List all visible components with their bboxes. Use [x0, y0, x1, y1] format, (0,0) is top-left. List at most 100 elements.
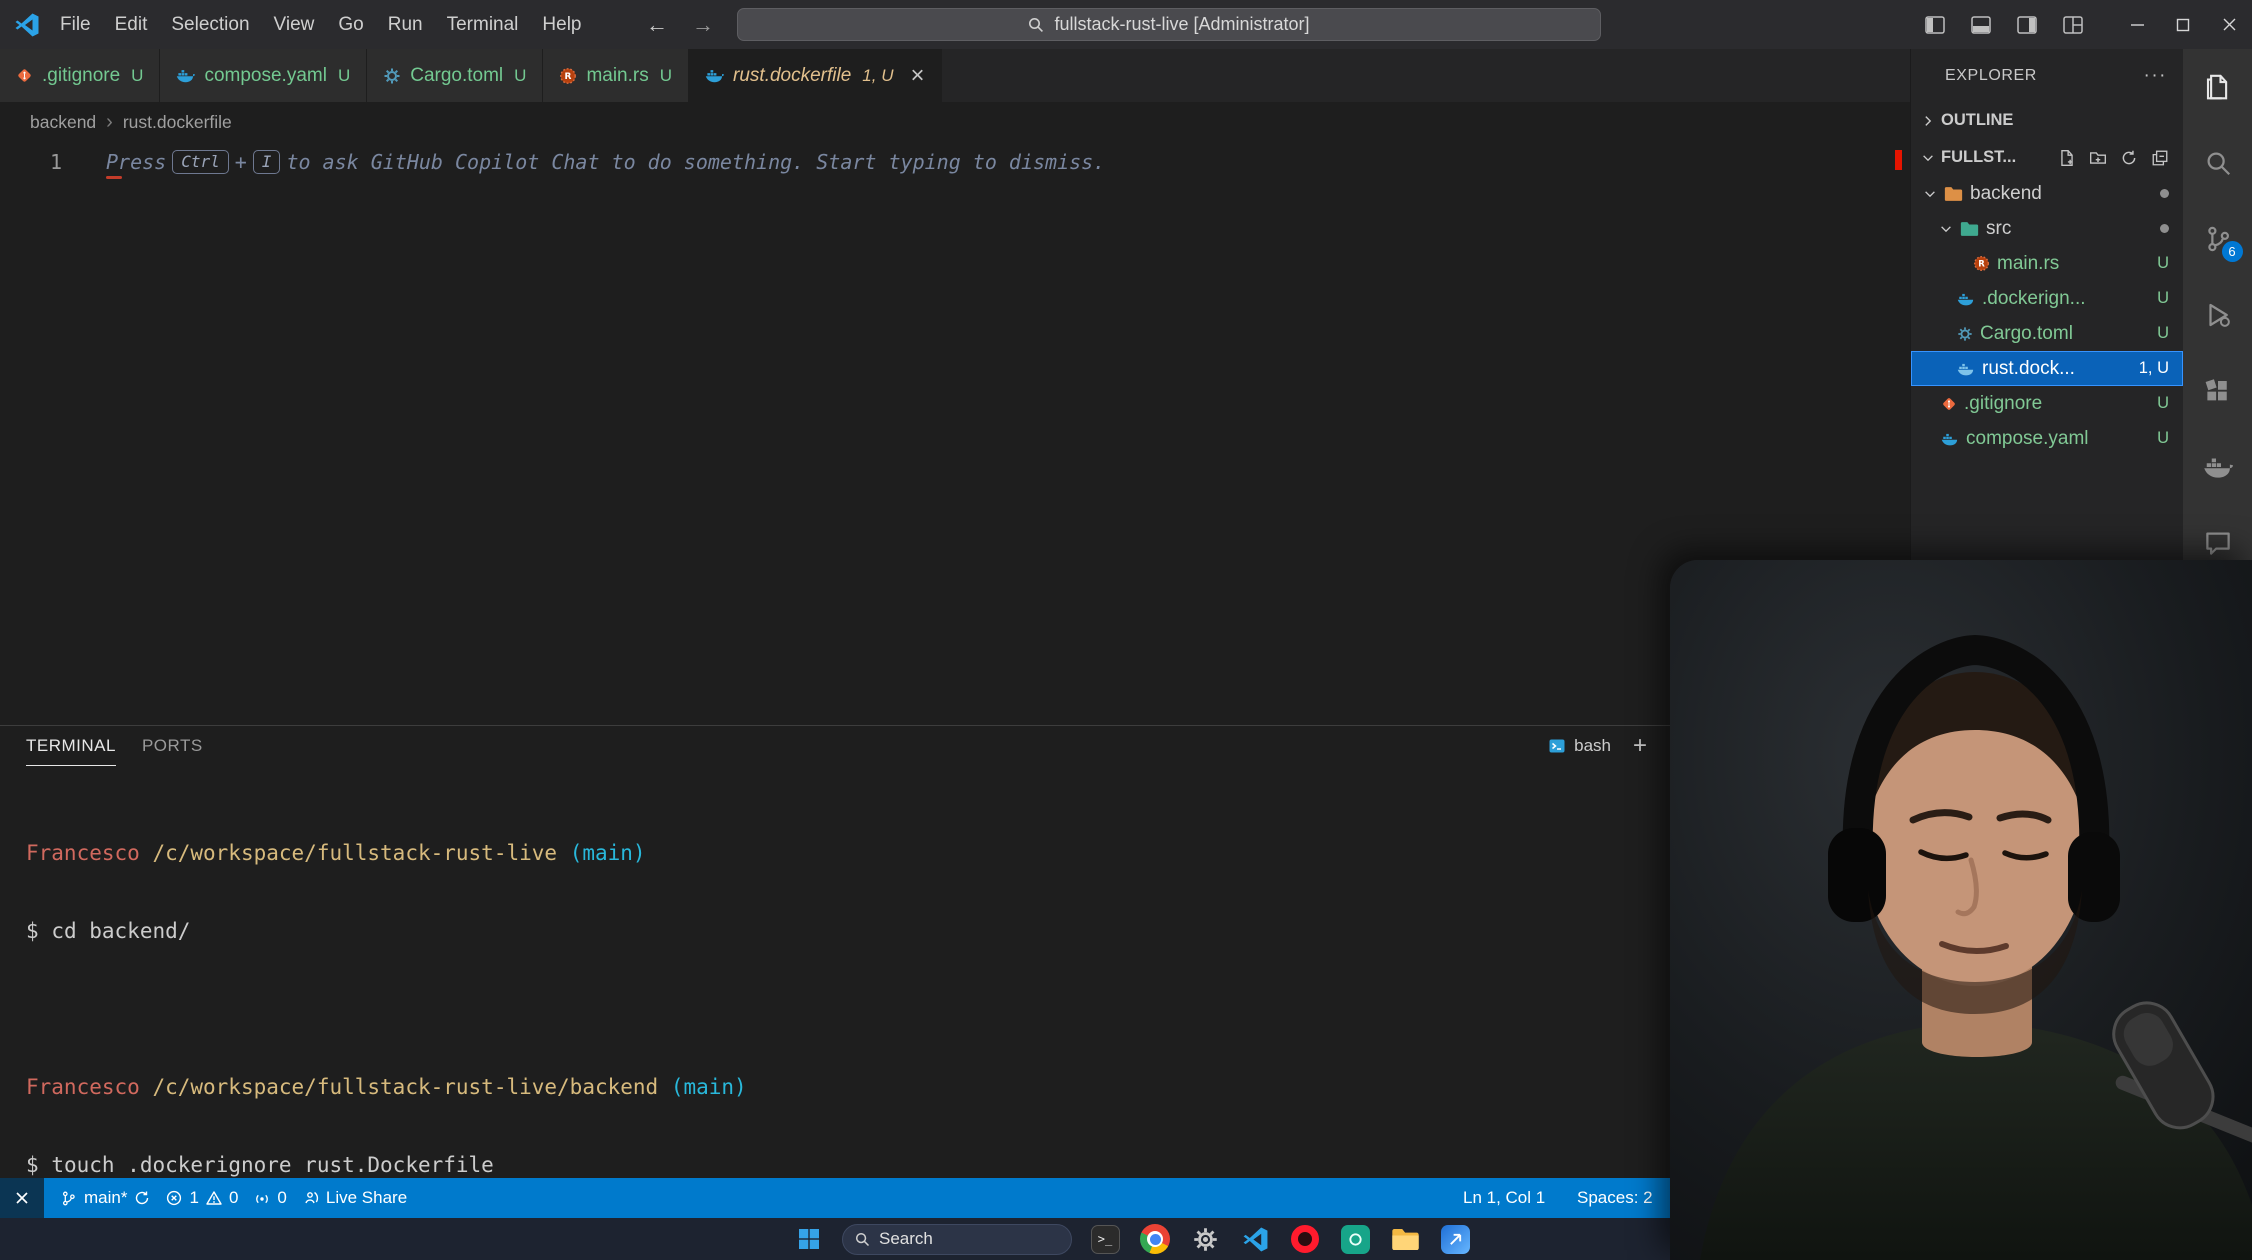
shell-label: bash	[1574, 736, 1611, 756]
breadcrumb-folder[interactable]: backend	[30, 112, 96, 133]
toggle-sidebar-icon[interactable]	[1924, 14, 1946, 36]
tab-cargo-toml[interactable]: Cargo.toml U	[367, 49, 543, 102]
git-icon	[1941, 396, 1957, 412]
ctrl-keycap: Ctrl	[172, 150, 229, 174]
breadcrumb: backend › rust.dockerfile	[0, 102, 1910, 142]
problems-status[interactable]: 1 0	[166, 1188, 238, 1208]
new-terminal-icon[interactable]: +	[1633, 732, 1647, 760]
green-app-icon[interactable]	[1338, 1222, 1372, 1256]
tab-ports[interactable]: PORTS	[142, 726, 203, 766]
close-window-button[interactable]	[2206, 0, 2252, 49]
more-actions-icon[interactable]: ···	[2144, 65, 2167, 87]
svg-text:R: R	[565, 72, 572, 82]
rust-icon: R	[559, 67, 577, 85]
docker-icon	[176, 67, 195, 84]
command-center-search[interactable]: fullstack-rust-live [Administrator]	[737, 8, 1601, 41]
gear-icon	[1957, 326, 1973, 342]
extensions-icon[interactable]	[2200, 373, 2236, 409]
docker-icon[interactable]	[2200, 449, 2236, 485]
window-controls	[1924, 0, 2252, 49]
workspace-section-header[interactable]: FULLST...	[1911, 139, 2183, 176]
tree-item-main-rs[interactable]: R main.rs U	[1911, 246, 2183, 281]
problem-git-badge: 1, U	[2139, 359, 2169, 378]
back-arrow-icon[interactable]: ←	[636, 0, 678, 49]
taskbar-search[interactable]: Search	[842, 1224, 1072, 1255]
tree-item-rust-dockerfile[interactable]: rust.dock... 1, U	[1911, 351, 2183, 386]
new-file-icon[interactable]	[2058, 149, 2076, 167]
sync-icon	[134, 1190, 150, 1206]
tab-rust-dockerfile[interactable]: rust.dockerfile 1, U ×	[689, 49, 941, 102]
terminal-app-icon[interactable]: >_	[1088, 1222, 1122, 1256]
search-icon	[855, 1232, 870, 1247]
collapse-all-icon[interactable]	[2151, 149, 2169, 167]
live-share-status[interactable]: Live Share	[303, 1188, 407, 1208]
branch-status[interactable]: main*	[60, 1188, 150, 1208]
search-icon[interactable]	[2200, 145, 2236, 181]
tab-git-badge: U	[660, 66, 672, 86]
git-badge: U	[2157, 324, 2169, 343]
close-icon[interactable]: ×	[910, 66, 924, 86]
blue-app-icon[interactable]	[1438, 1222, 1472, 1256]
outline-section-header[interactable]: OUTLINE	[1911, 102, 2183, 139]
tab-terminal[interactable]: TERMINAL	[26, 726, 116, 766]
source-control-icon[interactable]: 6	[2200, 221, 2236, 257]
terminal-panel[interactable]: TERMINAL PORTS bash + ··· Francesco /c/w…	[0, 725, 1910, 1178]
menu-file[interactable]: File	[48, 0, 103, 49]
docker-icon	[705, 67, 724, 84]
refresh-icon[interactable]	[2120, 149, 2138, 167]
search-text: fullstack-rust-live [Administrator]	[1054, 14, 1309, 35]
ports-status[interactable]: 0	[254, 1188, 286, 1208]
chat-icon[interactable]	[2200, 525, 2236, 561]
line-number: 1	[0, 150, 62, 174]
editor-area[interactable]: 1 Press Ctrl + I to ask GitHub Copilot C…	[0, 142, 1910, 725]
customize-layout-icon[interactable]	[2062, 14, 2084, 36]
minimize-button[interactable]	[2114, 0, 2160, 49]
tree-item-dockerignore[interactable]: .dockerign... U	[1911, 281, 2183, 316]
menu-selection[interactable]: Selection	[159, 0, 261, 49]
tab-label: main.rs	[586, 65, 648, 87]
sidebar-title: EXPLORER	[1945, 67, 2037, 85]
shell-selector[interactable]: bash	[1548, 736, 1611, 756]
cursor-position-status[interactable]: Ln 1, Col 1	[1463, 1188, 1545, 1208]
tab-main-rs[interactable]: R main.rs U	[543, 49, 689, 102]
maximize-button[interactable]	[2160, 0, 2206, 49]
search-icon	[1028, 17, 1044, 33]
vscode-app-icon[interactable]	[1238, 1222, 1272, 1256]
tab-gitignore[interactable]: .gitignore U	[0, 49, 160, 102]
sidebar-header: EXPLORER ···	[1911, 49, 2183, 102]
tree-item-compose-yaml[interactable]: compose.yaml U	[1911, 421, 2183, 456]
webcam-overlay	[1670, 560, 2252, 1260]
tree-item-gitignore[interactable]: .gitignore U	[1911, 386, 2183, 421]
chrome-icon[interactable]	[1138, 1222, 1172, 1256]
remote-indicator[interactable]	[0, 1178, 44, 1218]
explorer-icon[interactable]	[2200, 69, 2236, 105]
docker-icon	[1957, 291, 1975, 307]
tree-item-cargo-toml[interactable]: Cargo.toml U	[1911, 316, 2183, 351]
menu-run[interactable]: Run	[376, 0, 435, 49]
toggle-panel-icon[interactable]	[1970, 14, 1992, 36]
indentation-status[interactable]: Spaces: 2	[1577, 1188, 1653, 1208]
toggle-secondary-sidebar-icon[interactable]	[2016, 14, 2038, 36]
file-explorer-icon[interactable]	[1388, 1222, 1422, 1256]
folder-icon	[1944, 186, 1963, 202]
tab-compose-yaml[interactable]: compose.yaml U	[160, 49, 367, 102]
git-badge: U	[2157, 289, 2169, 308]
start-button[interactable]	[792, 1222, 826, 1256]
docker-icon	[1957, 361, 1975, 377]
tree-item-backend[interactable]: backend	[1911, 176, 2183, 211]
forward-arrow-icon[interactable]: →	[682, 0, 724, 49]
breadcrumb-file[interactable]: rust.dockerfile	[123, 112, 232, 133]
new-folder-icon[interactable]	[2089, 149, 2107, 167]
menu-go[interactable]: Go	[326, 0, 375, 49]
tree-item-src[interactable]: src	[1911, 211, 2183, 246]
menu-view[interactable]: View	[262, 0, 327, 49]
opera-app-icon[interactable]	[1288, 1222, 1322, 1256]
menu-terminal[interactable]: Terminal	[435, 0, 531, 49]
folder-src-icon	[1960, 221, 1979, 237]
error-icon	[166, 1190, 182, 1206]
menu-help[interactable]: Help	[530, 0, 593, 49]
run-debug-icon[interactable]	[2200, 297, 2236, 333]
menu-edit[interactable]: Edit	[103, 0, 160, 49]
tab-label: compose.yaml	[204, 65, 327, 87]
settings-gear-icon[interactable]	[1188, 1222, 1222, 1256]
